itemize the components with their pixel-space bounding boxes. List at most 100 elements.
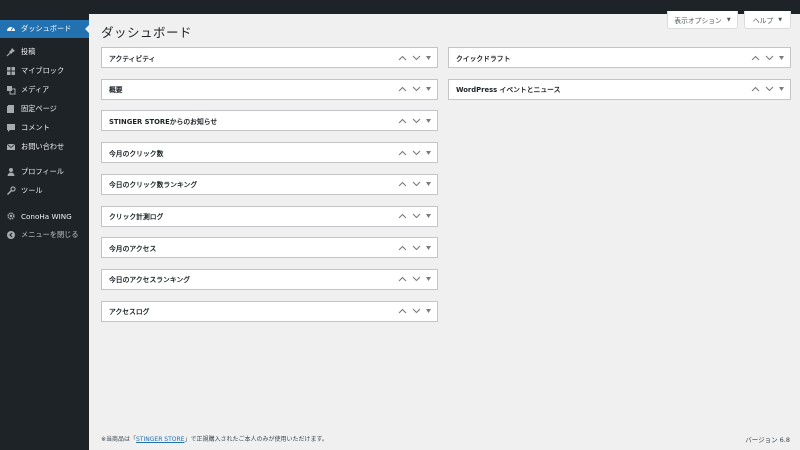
- screen-options-button[interactable]: 表示オプション ▼: [667, 11, 738, 29]
- widget-postbox: クイックドラフト: [448, 47, 791, 68]
- sidebar-item-pages[interactable]: 固定ページ: [0, 100, 89, 118]
- move-down-icon[interactable]: [764, 52, 775, 63]
- footer-notice: ※当商品は「STINGER STORE」で正規購入されたご本人のみが使用いただけ…: [101, 434, 328, 443]
- sidebar-item-label: メニューを閉じる: [21, 230, 79, 239]
- sidebar-item-dashboard[interactable]: ダッシュボード: [0, 20, 90, 38]
- page-icon: [5, 104, 16, 115]
- wrench-icon: [5, 186, 16, 197]
- user-icon: [5, 167, 16, 178]
- widget-postbox: 今月のクリック数: [101, 142, 438, 164]
- move-up-icon[interactable]: [397, 179, 408, 190]
- widget-postbox: アクティビティ: [101, 47, 438, 68]
- sidebar-item-label: コメント: [21, 123, 50, 132]
- footer-suffix: 」で正規購入されたご本人のみが使用いただけます。: [184, 436, 328, 443]
- move-down-icon[interactable]: [411, 179, 422, 190]
- collapse-icon: [5, 230, 16, 241]
- move-down-icon[interactable]: [411, 147, 422, 158]
- move-up-icon[interactable]: [397, 115, 408, 126]
- sidebar-item-label: プロフィール: [21, 167, 64, 176]
- widget-title[interactable]: 今日のクリック数ランキング: [102, 179, 397, 189]
- move-down-icon[interactable]: [411, 115, 422, 126]
- move-down-icon[interactable]: [411, 306, 422, 317]
- widget-title[interactable]: STINGER STOREからのお知らせ: [102, 116, 397, 126]
- move-down-icon[interactable]: [411, 242, 422, 253]
- footer-prefix: ※当商品は「: [101, 436, 137, 443]
- move-down-icon[interactable]: [411, 211, 422, 222]
- sidebar-item-label: お問い合わせ: [21, 142, 65, 151]
- page-title: ダッシュボード: [101, 25, 193, 40]
- sidebar-item-label: 投稿: [21, 47, 36, 56]
- widget-postbox: STINGER STOREからのお知らせ: [101, 110, 438, 132]
- dashboard-icon: [5, 24, 16, 35]
- widget-title[interactable]: WordPress イベントとニュース: [449, 84, 750, 94]
- sidebar-item-myblocks[interactable]: マイブロック: [0, 62, 89, 80]
- toggle-panel-icon[interactable]: [425, 147, 432, 158]
- widget-title[interactable]: アクティビティ: [102, 53, 397, 63]
- widget-postbox: 今月のアクセス: [101, 237, 438, 259]
- move-down-icon[interactable]: [411, 52, 422, 63]
- move-up-icon[interactable]: [397, 306, 408, 317]
- help-button[interactable]: ヘルプ ▼: [744, 11, 791, 29]
- toggle-panel-icon[interactable]: [425, 211, 432, 222]
- move-down-icon[interactable]: [411, 274, 422, 285]
- toggle-panel-icon[interactable]: [425, 179, 432, 190]
- sidebar-item-label: マイブロック: [21, 66, 65, 75]
- sidebar-item-tools[interactable]: ツール: [0, 182, 89, 200]
- toggle-panel-icon[interactable]: [425, 274, 432, 285]
- widget-postbox: 今日のアクセスランキング: [101, 268, 438, 290]
- toggle-panel-icon[interactable]: [425, 306, 432, 317]
- sidebar-item-contact[interactable]: お問い合わせ: [0, 138, 89, 156]
- sidebar-item-label: ConoHa WING: [21, 211, 72, 221]
- widget-title[interactable]: 概要: [102, 84, 397, 94]
- move-down-icon[interactable]: [764, 84, 775, 95]
- widget-title[interactable]: アクセスログ: [102, 306, 397, 316]
- toggle-panel-icon[interactable]: [425, 84, 432, 95]
- widget-title[interactable]: 今日のアクセスランキング: [102, 274, 397, 284]
- sidebar-item-posts[interactable]: 投稿: [0, 43, 89, 61]
- collapse-menu-button[interactable]: メニューを閉じる: [0, 226, 89, 244]
- sidebar-item-conoha-wing[interactable]: ConoHa WING: [0, 207, 89, 225]
- move-up-icon[interactable]: [397, 274, 408, 285]
- move-up-icon[interactable]: [750, 52, 761, 63]
- toggle-panel-icon[interactable]: [425, 115, 432, 126]
- toggle-panel-icon[interactable]: [778, 52, 785, 63]
- pin-icon: [5, 47, 16, 58]
- move-up-icon[interactable]: [397, 84, 408, 95]
- move-up-icon[interactable]: [397, 147, 408, 158]
- widget-postbox: 今日のクリック数ランキング: [101, 173, 438, 195]
- blocks-icon: [5, 66, 16, 77]
- sidebar-item-media[interactable]: メディア: [0, 81, 89, 99]
- screen-options-label: 表示オプション: [674, 16, 722, 25]
- stinger-store-link[interactable]: STINGER STORE: [136, 436, 184, 443]
- move-up-icon[interactable]: [397, 242, 408, 253]
- widget-postbox: クリック計測ログ: [101, 205, 438, 227]
- sidebar-item-label: メディア: [21, 85, 50, 94]
- widget-title[interactable]: クリック計測ログ: [102, 211, 397, 221]
- move-up-icon[interactable]: [397, 211, 408, 222]
- widget-title[interactable]: クイックドラフト: [449, 53, 750, 63]
- version-text: バージョン 6.8: [745, 436, 790, 444]
- sidebar-item-profile[interactable]: プロフィール: [0, 163, 89, 181]
- sidebar-item-label: ダッシュボード: [21, 24, 72, 33]
- widget-postbox: 概要: [101, 78, 438, 100]
- toggle-panel-icon[interactable]: [425, 242, 432, 253]
- widget-postbox: アクセスログ: [101, 300, 438, 322]
- toggle-panel-icon[interactable]: [778, 84, 785, 95]
- mail-icon: [5, 142, 16, 153]
- sidebar-item-label: ツール: [21, 186, 43, 195]
- sidebar-item-comments[interactable]: コメント: [0, 119, 89, 137]
- move-up-icon[interactable]: [397, 52, 408, 63]
- toggle-panel-icon[interactable]: [425, 52, 432, 63]
- move-up-icon[interactable]: [750, 84, 761, 95]
- move-down-icon[interactable]: [411, 84, 422, 95]
- help-label: ヘルプ: [752, 16, 774, 25]
- caret-down-icon: ▼: [778, 16, 783, 23]
- admin-sidebar: ダッシュボード 投稿 マイブロック メディア 固定ページ コメント お問い合わせ…: [0, 14, 90, 450]
- active-indicator: [85, 24, 90, 34]
- gear-icon: [5, 211, 16, 222]
- comment-icon: [5, 123, 16, 134]
- widget-postbox: WordPress イベントとニュース: [448, 78, 791, 100]
- widget-title[interactable]: 今月のクリック数: [102, 148, 397, 158]
- caret-down-icon: ▼: [726, 16, 731, 23]
- widget-title[interactable]: 今月のアクセス: [102, 243, 397, 253]
